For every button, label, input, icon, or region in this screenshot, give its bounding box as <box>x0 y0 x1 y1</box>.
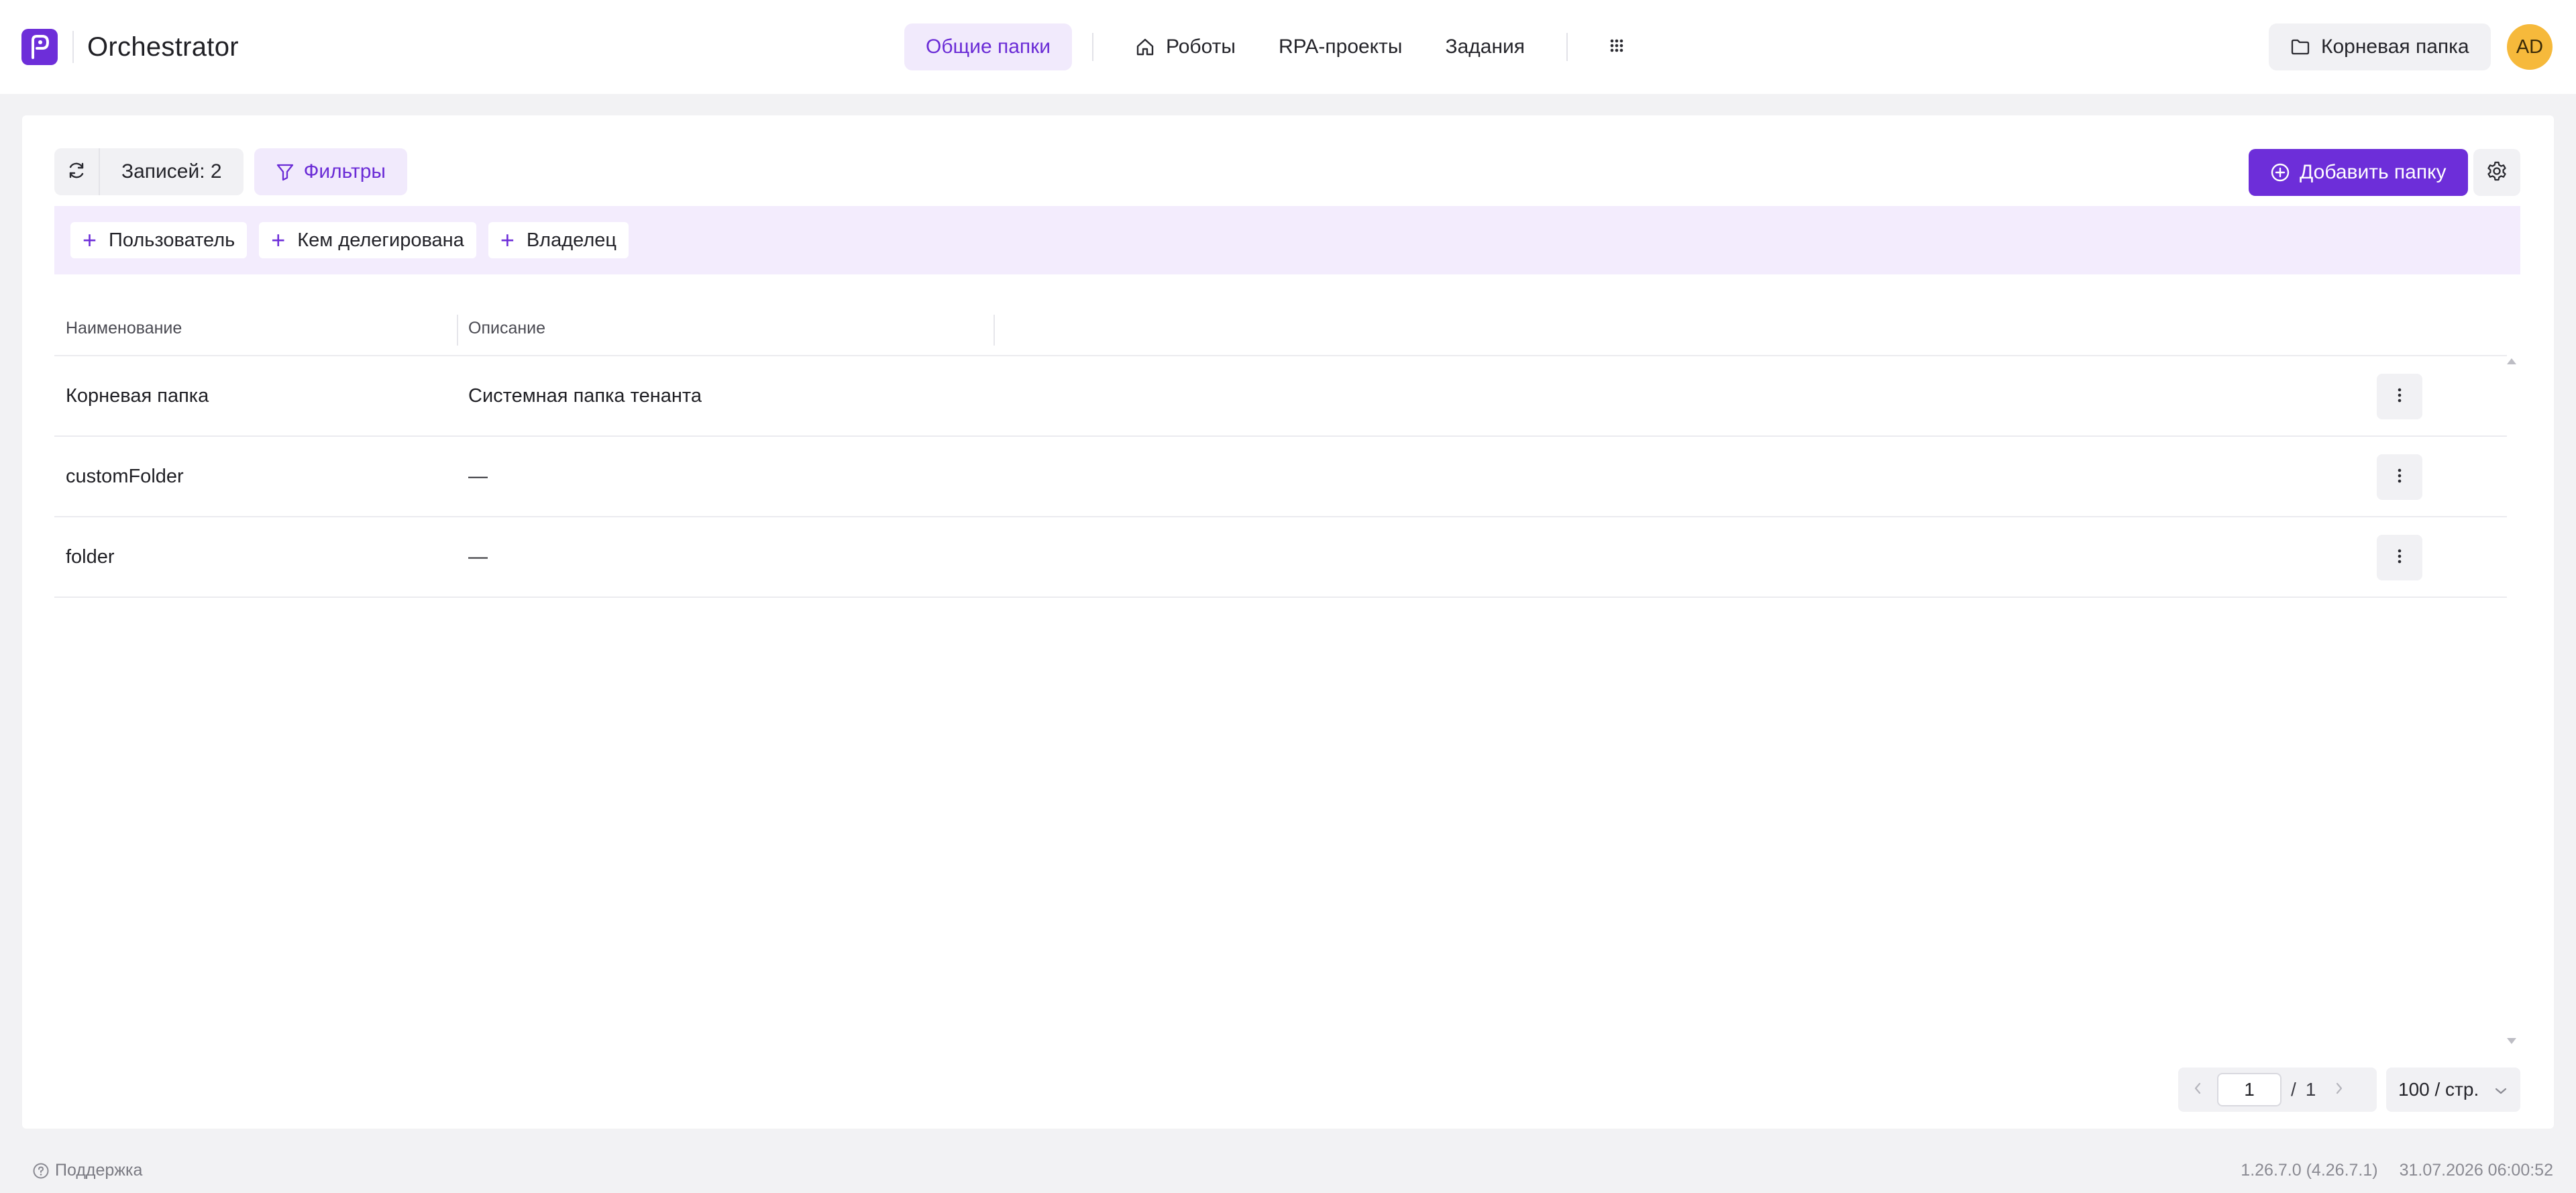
filter-chip-label: Пользователь <box>109 229 235 251</box>
filter-icon <box>276 162 294 181</box>
table-row[interactable]: Корневая папка Системная папка тенанта <box>54 356 2507 437</box>
root-folder-button[interactable]: Корневая папка <box>2269 23 2491 70</box>
filter-chips-bar: + Пользователь + Кем делегирована + Влад… <box>54 206 2520 274</box>
page-size-select[interactable]: 100 / стр. <box>2386 1068 2520 1112</box>
filter-chip-label: Кем делегирована <box>297 229 464 251</box>
column-resize-handle[interactable] <box>994 315 995 346</box>
gear-icon <box>2486 160 2508 185</box>
page-number-input[interactable] <box>2217 1073 2282 1106</box>
nav-divider <box>1092 33 1094 61</box>
filters-label: Фильтры <box>303 160 386 183</box>
refresh-button[interactable] <box>54 148 100 195</box>
add-folder-label: Добавить папку <box>2300 161 2447 183</box>
folder-description: — <box>468 546 488 568</box>
table-settings-button[interactable] <box>2473 149 2520 196</box>
datetime-text: 31.07.2026 06:00:52 <box>2399 1161 2553 1180</box>
app-title: Orchestrator <box>87 32 239 62</box>
more-vertical-icon <box>2397 387 2402 407</box>
scroll-up-arrow-icon[interactable] <box>2507 358 2516 364</box>
apps-menu-button[interactable] <box>1588 23 1646 70</box>
more-vertical-icon <box>2397 548 2402 568</box>
folders-panel: Записей: 2 Фильтры Добавить папку + Поль… <box>22 115 2554 1129</box>
nav-item-robots[interactable]: Роботы <box>1114 23 1257 70</box>
main-nav: Общие папки Роботы RPA-проекты Задания <box>904 23 1646 70</box>
folder-name: Корневая папка <box>66 384 209 407</box>
nav-item-shared-folders[interactable]: Общие папки <box>904 23 1073 70</box>
folder-name: customFolder <box>66 465 184 487</box>
chevron-down-icon <box>2493 1079 2508 1100</box>
grid-icon <box>1609 36 1624 58</box>
help-circle-icon <box>32 1162 50 1180</box>
plus-circle-icon <box>2270 162 2290 183</box>
folder-description: Системная папка тенанта <box>468 384 702 407</box>
filters-button[interactable]: Фильтры <box>254 148 407 195</box>
nav-divider <box>1566 33 1568 61</box>
app-logo-icon <box>21 29 58 65</box>
table-row[interactable]: customFolder — <box>54 437 2507 517</box>
nav-item-label: Общие папки <box>926 36 1051 58</box>
total-pages: 1 <box>2305 1079 2316 1100</box>
records-count: Записей: 2 <box>121 160 222 183</box>
chevron-right-icon <box>2334 1081 2344 1099</box>
records-group: Записей: 2 <box>54 148 244 195</box>
table-row[interactable]: folder — <box>54 517 2507 598</box>
pagination: / 1 <box>2178 1068 2377 1112</box>
root-folder-label: Корневая папка <box>2321 36 2469 58</box>
filter-chip-label: Владелец <box>526 229 616 251</box>
chevron-left-icon <box>2193 1081 2202 1099</box>
filter-chip-delegated-by[interactable]: + Кем делегирована <box>259 222 476 258</box>
support-label: Поддержка <box>55 1161 143 1180</box>
plus-icon: + <box>83 226 97 254</box>
nav-item-tasks[interactable]: Задания <box>1424 23 1546 70</box>
add-folder-button[interactable]: Добавить папку <box>2249 149 2468 196</box>
prev-page-button[interactable] <box>2188 1081 2208 1099</box>
top-header: Orchestrator Общие папки Роботы RPA-прое… <box>0 0 2576 94</box>
home-icon <box>1135 37 1155 57</box>
avatar[interactable]: AD <box>2507 24 2553 70</box>
folder-description: — <box>468 465 488 487</box>
scroll-down-arrow-icon[interactable] <box>2507 1038 2516 1044</box>
nav-item-label: Задания <box>1445 36 1525 58</box>
plus-icon: + <box>500 226 515 254</box>
page-size-label: 100 / стр. <box>2398 1079 2479 1100</box>
folder-name: folder <box>66 546 115 568</box>
column-header-name[interactable]: Наименование <box>54 301 457 356</box>
toolbar: Записей: 2 Фильтры <box>54 148 407 195</box>
footer-info: 1.26.7.0 (4.26.7.1) 31.07.2026 06:00:52 <box>2241 1161 2553 1180</box>
filter-chip-user[interactable]: + Пользователь <box>70 222 248 258</box>
column-header-description[interactable]: Описание <box>457 301 994 356</box>
row-actions-button[interactable] <box>2377 535 2422 580</box>
row-actions-button[interactable] <box>2377 374 2422 419</box>
brand[interactable]: Orchestrator <box>21 29 239 65</box>
page-separator: / <box>2291 1079 2296 1100</box>
filter-chip-owner[interactable]: + Владелец <box>488 222 629 258</box>
more-vertical-icon <box>2397 468 2402 487</box>
folders-table: Наименование Описание Корневая папка Сис… <box>54 301 2507 598</box>
next-page-button[interactable] <box>2329 1081 2349 1099</box>
table-header: Наименование Описание <box>54 301 2507 356</box>
refresh-icon <box>66 160 87 184</box>
nav-item-rpa-projects[interactable]: RPA-проекты <box>1257 23 1424 70</box>
row-actions-button[interactable] <box>2377 454 2422 500</box>
brand-divider <box>72 31 74 63</box>
folder-icon <box>2290 38 2310 56</box>
support-link[interactable]: Поддержка <box>32 1161 142 1180</box>
version-text: 1.26.7.0 (4.26.7.1) <box>2241 1161 2378 1180</box>
nav-item-label: RPA-проекты <box>1278 36 1403 58</box>
plus-icon: + <box>271 226 286 254</box>
nav-item-label: Роботы <box>1166 36 1236 58</box>
